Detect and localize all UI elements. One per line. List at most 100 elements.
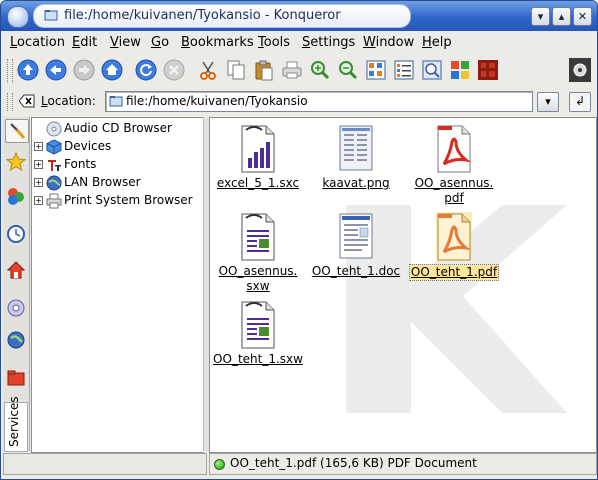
globe-icon[interactable]	[5, 329, 27, 351]
tree-label: Print System Browser	[64, 193, 193, 207]
location-label: Location:	[41, 94, 96, 108]
file-item[interactable]: kaavat.png	[308, 122, 404, 191]
menu-edit[interactable]: Edit	[72, 35, 97, 50]
activity-gear-icon	[569, 58, 591, 82]
services-tab[interactable]: Services	[4, 396, 28, 452]
back-icon[interactable]	[45, 59, 67, 81]
history-icon[interactable]	[5, 223, 27, 245]
image-icon	[339, 125, 373, 171]
copy-icon[interactable]	[225, 59, 247, 81]
main-toolbar	[1, 53, 597, 89]
tree-label: LAN Browser	[64, 175, 141, 189]
home-icon[interactable]	[101, 59, 123, 81]
file-name: OO_teht_1.sxw	[213, 352, 303, 366]
location-grip[interactable]	[7, 93, 13, 111]
devices-cube-icon	[46, 139, 62, 155]
pdf-icon	[437, 125, 472, 173]
file-item[interactable]: OO_asennus. pdf	[406, 122, 502, 206]
bookmarks-star-icon[interactable]	[5, 151, 27, 173]
media-folder-icon[interactable]	[5, 367, 27, 389]
file-name: kaavat.png	[322, 176, 390, 190]
lan-icon	[46, 175, 62, 191]
minimize-button[interactable]: ▾	[531, 7, 550, 26]
audio-cd-icon	[46, 121, 62, 137]
expand-toggle[interactable]: +	[34, 196, 43, 205]
file-name: OO_teht_1.doc	[311, 264, 401, 278]
konqueror-window: file:/home/kuivanen/Tyokansio - Konquero…	[0, 0, 598, 480]
menu-go[interactable]: Go	[151, 35, 169, 50]
go-button[interactable]: ↲	[569, 92, 591, 112]
forward-icon[interactable]	[73, 59, 95, 81]
tree-label: Audio CD Browser	[64, 121, 172, 135]
icon-view-icon[interactable]	[365, 59, 387, 81]
devices-icon[interactable]	[5, 185, 27, 207]
network-icon[interactable]	[5, 297, 27, 319]
sidebar-status-bar	[3, 453, 207, 475]
services-tree: Audio CD Browser + Devices + Fonts + LAN…	[31, 117, 204, 453]
reload-icon[interactable]	[135, 59, 157, 81]
stop-icon[interactable]	[163, 59, 185, 81]
up-arrow-icon[interactable]	[17, 59, 39, 81]
services-tab-label: Services	[7, 396, 21, 447]
file-item[interactable]: OO_teht_1.sxw	[210, 298, 306, 367]
file-name: OO_asennus. pdf	[414, 176, 494, 205]
menu-tools[interactable]: Tools	[258, 35, 290, 50]
menu-window[interactable]: Window	[363, 35, 414, 50]
title-bar[interactable]: file:/home/kuivanen/Tyokansio - Konquero…	[1, 1, 597, 31]
folder-icon	[44, 10, 58, 21]
tree-label: Devices	[64, 139, 112, 153]
toolbar-grip[interactable]	[7, 59, 13, 83]
spreadsheet-icon	[241, 125, 275, 173]
configure-icon[interactable]	[5, 119, 29, 143]
home-folder-icon[interactable]	[5, 259, 27, 281]
file-name: OO_teht_1.pdf	[408, 264, 500, 281]
clear-location-icon[interactable]	[19, 94, 35, 108]
view-active-indicator-icon	[214, 459, 225, 470]
tree-label: Fonts	[64, 157, 97, 171]
menu-settings[interactable]: Settings	[302, 35, 355, 50]
location-toolbar: Location: file:/home/kuivanen/Tyokansio …	[1, 89, 597, 115]
zoom-out-icon[interactable]	[337, 59, 359, 81]
detail-view-icon[interactable]	[393, 59, 415, 81]
word-doc-icon	[339, 213, 373, 259]
menu-help[interactable]: Help	[422, 35, 452, 50]
multicolumn-view-icon[interactable]	[449, 59, 471, 81]
file-name: OO_asennus. sxw	[218, 264, 298, 293]
location-value[interactable]: file:/home/kuivanen/Tyokansio	[126, 94, 308, 108]
status-bar: OO_teht_1.pdf (165,6 KB) PDF Document	[209, 453, 597, 475]
location-history-dropdown[interactable]: ▾	[537, 92, 559, 112]
location-input[interactable]: file:/home/kuivanen/Tyokansio	[105, 91, 533, 112]
printer-icon	[46, 193, 62, 209]
expand-toggle[interactable]: +	[34, 142, 43, 151]
file-icon-view: excel_5_1.sxc kaavat.png OO_asennus.pdf	[209, 117, 597, 453]
writer-doc-icon	[241, 301, 275, 349]
fonts-icon	[48, 160, 61, 171]
pdf-icon	[436, 212, 472, 261]
file-name: excel_5_1.sxc	[216, 176, 300, 190]
print-icon[interactable]	[281, 59, 303, 81]
folder-icon	[109, 96, 123, 107]
zoom-in-icon[interactable]	[309, 59, 331, 81]
konqueror-logo-icon[interactable]	[477, 59, 499, 81]
title-pill: file:/home/kuivanen/Tyokansio - Konquero…	[33, 4, 411, 28]
expand-toggle[interactable]: +	[34, 160, 43, 169]
status-text: OO_teht_1.pdf (165,6 KB) PDF Document	[230, 456, 477, 470]
menu-bar: Location Edit View Go Bookmarks Tools Se…	[1, 31, 597, 53]
paste-icon[interactable]	[253, 59, 275, 81]
navigation-panel-tabs: Services	[3, 117, 30, 452]
menu-bookmarks[interactable]: Bookmarks	[181, 35, 254, 50]
writer-doc-icon	[241, 213, 275, 261]
close-button[interactable]: ✕	[573, 7, 592, 26]
preview-icon[interactable]	[421, 59, 443, 81]
file-item[interactable]: excel_5_1.sxc	[210, 122, 306, 191]
maximize-button[interactable]: ▴	[552, 7, 571, 26]
expand-toggle[interactable]: +	[34, 178, 43, 187]
file-item[interactable]: OO_asennus. sxw	[210, 210, 306, 294]
file-item-selected[interactable]: OO_teht_1.pdf	[406, 210, 502, 281]
menu-location[interactable]: Location	[10, 35, 65, 50]
menu-view[interactable]: View	[110, 35, 141, 50]
file-item[interactable]: OO_teht_1.doc	[308, 210, 404, 279]
cut-icon[interactable]	[197, 59, 219, 81]
window-menu-button[interactable]	[7, 6, 29, 28]
window-title: file:/home/kuivanen/Tyokansio - Konquero…	[64, 8, 341, 23]
